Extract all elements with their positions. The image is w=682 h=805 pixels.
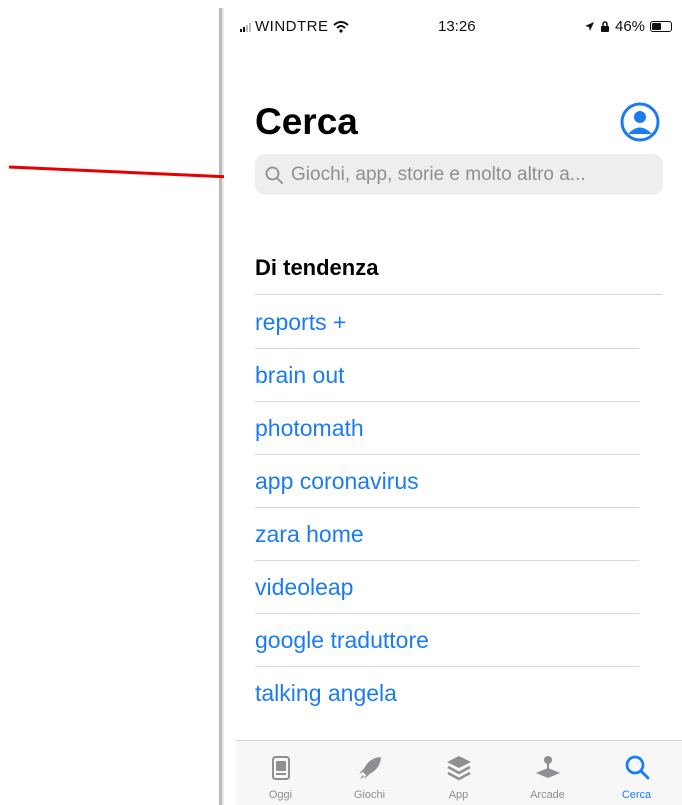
tab-label: Cerca bbox=[621, 789, 652, 801]
section-divider bbox=[255, 294, 662, 295]
trending-item[interactable]: videoleap bbox=[255, 561, 639, 614]
location-arrow-icon bbox=[585, 22, 594, 31]
status-time: 13:26 bbox=[438, 18, 476, 35]
tab-label: Arcade bbox=[530, 789, 565, 801]
wifi-icon bbox=[332, 20, 349, 33]
app-stack-icon bbox=[446, 756, 471, 781]
carrier-name: WINDTRE bbox=[255, 18, 329, 35]
trending-list: reports + brain out photomath app corona… bbox=[255, 296, 639, 720]
trending-item[interactable]: photomath bbox=[255, 402, 639, 455]
trending-item[interactable]: google traduttore bbox=[255, 614, 639, 667]
tab-today[interactable]: Oggi bbox=[236, 741, 325, 805]
tab-search[interactable]: Cerca bbox=[592, 741, 681, 805]
rotation-lock-icon bbox=[601, 20, 609, 32]
tab-label: Oggi bbox=[268, 789, 293, 801]
trending-item[interactable]: zara home bbox=[255, 508, 639, 561]
search-bar[interactable] bbox=[255, 154, 663, 195]
tab-label: App bbox=[448, 789, 469, 801]
tab-arcade[interactable]: Arcade bbox=[503, 741, 592, 805]
rocket-icon bbox=[358, 757, 381, 779]
search-icon bbox=[625, 755, 649, 780]
app-store-screen: WINDTRE 13:26 46% Cerca Giochi, app, sto… bbox=[224, 0, 682, 805]
trending-item[interactable]: talking angela bbox=[255, 667, 639, 720]
search-input[interactable] bbox=[291, 163, 641, 186]
tab-label: Giochi bbox=[353, 789, 386, 801]
search-icon bbox=[265, 166, 283, 184]
annotation-arrow bbox=[8, 165, 247, 185]
page-title: Cerca bbox=[255, 101, 358, 142]
battery-fill bbox=[652, 23, 662, 30]
trending-item[interactable]: brain out bbox=[255, 349, 639, 402]
person-circle-icon[interactable] bbox=[620, 102, 660, 142]
joystick-icon bbox=[535, 756, 560, 778]
tab-games[interactable]: Giochi bbox=[325, 741, 414, 805]
battery-percent: 46% bbox=[615, 18, 646, 35]
battery-icon bbox=[650, 21, 673, 32]
status-left: WINDTRE bbox=[240, 18, 349, 35]
signal-icon bbox=[240, 22, 251, 32]
today-icon bbox=[271, 756, 290, 780]
trending-item[interactable]: reports + bbox=[255, 296, 639, 349]
trending-title: Di tendenza bbox=[255, 255, 379, 280]
status-right: 46% bbox=[584, 18, 673, 35]
tab-apps[interactable]: App bbox=[414, 741, 503, 805]
status-bar: WINDTRE 13:26 46% bbox=[224, 18, 682, 42]
trending-item[interactable]: app coronavirus bbox=[255, 455, 639, 508]
tab-bar: Oggi Giochi App Arcade Cerca bbox=[236, 740, 682, 805]
